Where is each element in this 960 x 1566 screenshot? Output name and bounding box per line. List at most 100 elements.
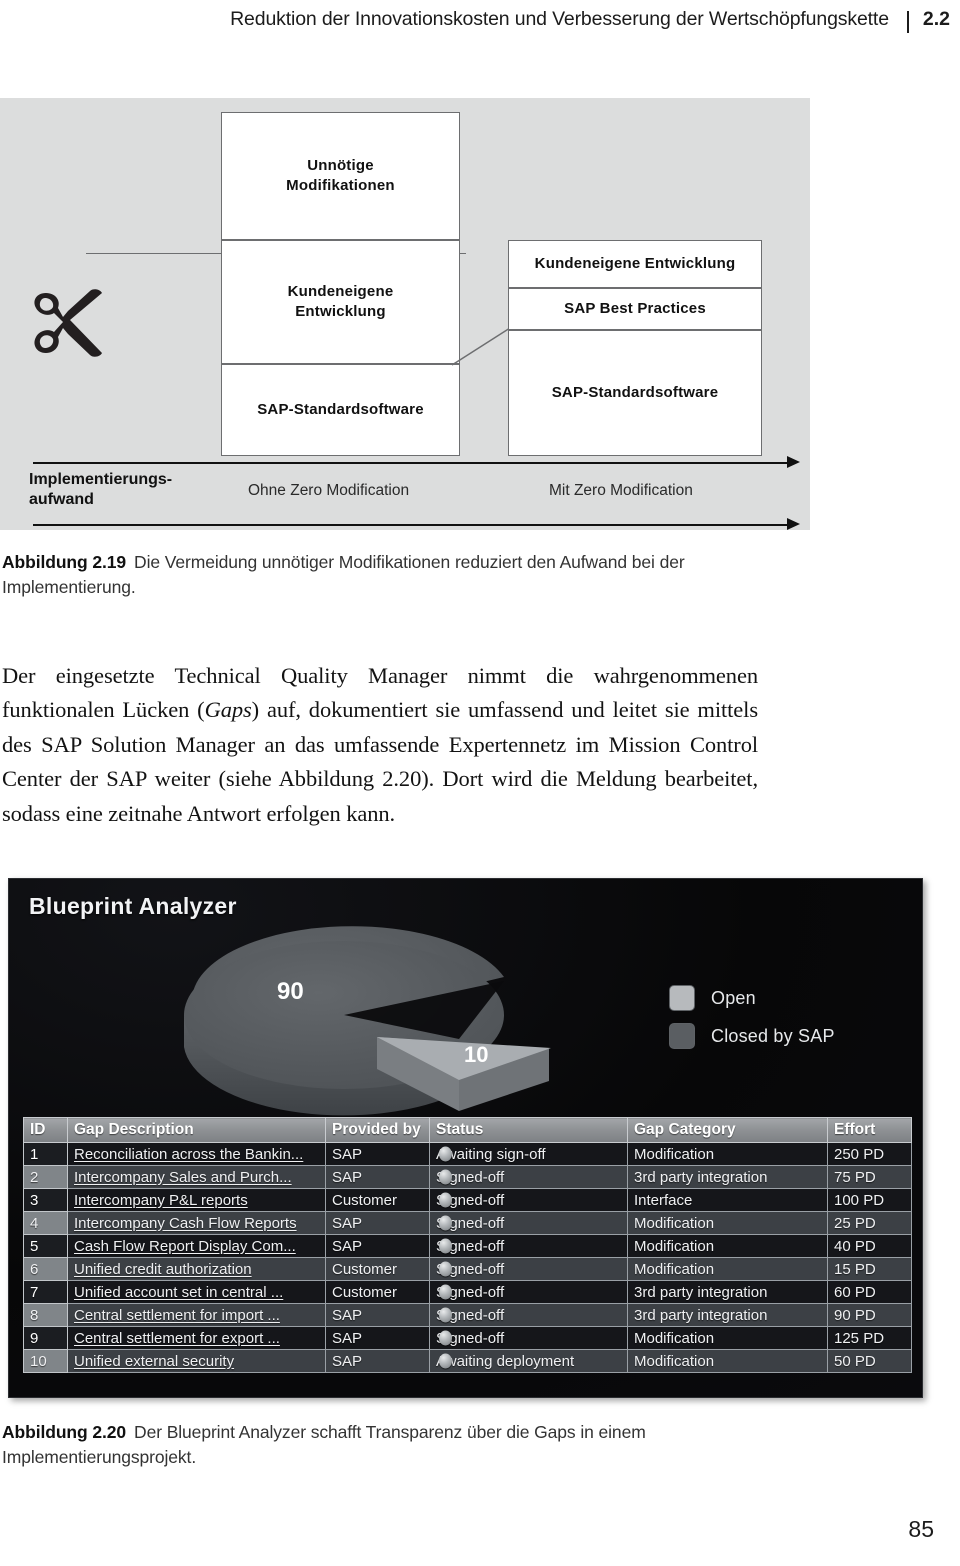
cell-gap-description[interactable]: Unified external security xyxy=(67,1349,326,1373)
body-paragraph: Der eingesetzte Technical Quality Manage… xyxy=(2,659,758,832)
cell-effort: 75 PD xyxy=(827,1165,912,1189)
axis-line-top xyxy=(33,462,793,464)
figure-2-19-caption: Abbildung 2.19 Die Vermeidung unnötiger M… xyxy=(2,550,772,600)
cell-id: 10 xyxy=(23,1349,68,1373)
cell-gap-category: Interface xyxy=(627,1188,828,1212)
cell-status: Signed-off xyxy=(429,1257,628,1281)
cell-status: Signed-off xyxy=(429,1188,628,1212)
cell-gap-category: Modification xyxy=(627,1326,828,1350)
box-kundeneigene-entwicklung-right: Kundeneigene Entwicklung xyxy=(508,240,762,288)
axis-label-line2: aufwand xyxy=(29,491,94,508)
cell-effort: 90 PD xyxy=(827,1303,912,1327)
cell-gap-description[interactable]: Unified credit authorization xyxy=(67,1257,326,1281)
legend-swatch-open xyxy=(669,985,695,1011)
table-row[interactable]: 5 Cash Flow Report Display Com... SAP Si… xyxy=(23,1234,912,1258)
cell-gap-description[interactable]: Central settlement for import ... xyxy=(67,1303,326,1327)
cell-gap-description[interactable]: Intercompany Cash Flow Reports xyxy=(67,1211,326,1235)
cell-gap-description[interactable]: Central settlement for export ... xyxy=(67,1326,326,1350)
cell-provided-by: SAP xyxy=(325,1349,430,1373)
cell-id: 8 xyxy=(23,1303,68,1327)
figure-2-20-caption: Abbildung 2.20 Der Blueprint Analyzer sch… xyxy=(2,1420,782,1470)
column-header-gap-description[interactable]: Gap Description xyxy=(67,1117,326,1143)
table-row[interactable]: 9 Central settlement for export ... SAP … xyxy=(23,1326,912,1350)
cell-provided-by: Customer xyxy=(325,1280,430,1304)
cell-provided-by: SAP xyxy=(325,1326,430,1350)
cell-provided-by: SAP xyxy=(325,1234,430,1258)
box-sap-best-practices: SAP Best Practices xyxy=(508,288,762,330)
gaps-table[interactable]: ID Gap Description Provided by Status Ga… xyxy=(23,1117,912,1373)
cell-gap-category: 3rd party integration xyxy=(627,1165,828,1189)
box-sap-standardsoftware-left: SAP-Standardsoftware xyxy=(221,364,460,456)
status-indicator-icon xyxy=(439,1307,452,1323)
axis-line-bottom xyxy=(33,524,793,526)
cell-provided-by: SAP xyxy=(325,1211,430,1235)
axis-label-mit-zero-modification: Mit Zero Modification xyxy=(549,482,693,499)
table-row[interactable]: 8 Central settlement for import ... SAP … xyxy=(23,1303,912,1327)
cell-gap-category: 3rd party integration xyxy=(627,1280,828,1304)
box-unnoetige-modifikationen: Unnötige Modifikationen xyxy=(221,112,460,240)
box-unnoetige-line2: Modifikationen xyxy=(286,177,395,194)
scissors-icon xyxy=(30,284,122,362)
cell-gap-description[interactable]: Unified account set in central ... xyxy=(67,1280,326,1304)
figure-2-20-caption-label: Abbildung 2.20 xyxy=(2,1422,127,1442)
column-header-effort[interactable]: Effort xyxy=(827,1117,912,1143)
cell-id: 6 xyxy=(23,1257,68,1281)
cell-gap-description[interactable]: Reconciliation across the Bankin... xyxy=(67,1142,326,1166)
cell-effort: 15 PD xyxy=(827,1257,912,1281)
status-indicator-icon xyxy=(439,1215,452,1231)
cell-gap-description[interactable]: Intercompany P&L reports xyxy=(67,1188,326,1212)
pie-label-10: 10 xyxy=(464,1042,488,1067)
legend-item-open[interactable]: Open xyxy=(669,979,835,1017)
table-row[interactable]: 10 Unified external security SAP Awaitin… xyxy=(23,1349,912,1373)
table-row[interactable]: 1 Reconciliation across the Bankin... SA… xyxy=(23,1142,912,1166)
figure-2-19-diagram: Unnötige Modifikationen Kundeneigene Ent… xyxy=(0,98,810,530)
cell-gap-category: Modification xyxy=(627,1234,828,1258)
cell-gap-description[interactable]: Intercompany Sales and Purch... xyxy=(67,1165,326,1189)
box-kundeneigene-entwicklung-left: Kundeneigene Entwicklung xyxy=(221,240,460,364)
cell-provided-by: SAP xyxy=(325,1303,430,1327)
cell-gap-category: Modification xyxy=(627,1211,828,1235)
column-header-id[interactable]: ID xyxy=(23,1117,68,1143)
legend-label-closed-by-sap: Closed by SAP xyxy=(711,1025,835,1046)
diagonal-connector xyxy=(451,326,514,366)
status-indicator-icon xyxy=(439,1261,452,1277)
cell-id: 3 xyxy=(23,1188,68,1212)
running-head-section-number: 2.2 xyxy=(922,8,950,30)
box-kundeneigene-left-line2: Entwicklung xyxy=(295,303,386,320)
cell-provided-by: Customer xyxy=(325,1188,430,1212)
figure-2-20-blueprint-analyzer: Blueprint Analyzer 90 10 Open Closed by … xyxy=(8,878,923,1398)
column-header-gap-category[interactable]: Gap Category xyxy=(627,1117,828,1143)
box-kundeneigene-left-line1: Kundeneigene xyxy=(287,283,394,301)
cell-gap-description[interactable]: Cash Flow Report Display Com... xyxy=(67,1234,326,1258)
cell-effort: 100 PD xyxy=(827,1188,912,1212)
cell-gap-category: 3rd party integration xyxy=(627,1303,828,1327)
running-head-title: Reduktion der Innovationskosten und Verb… xyxy=(230,8,889,30)
status-indicator-icon xyxy=(439,1169,452,1185)
table-row[interactable]: 7 Unified account set in central ... Cus… xyxy=(23,1280,912,1304)
table-row[interactable]: 3 Intercompany P&L reports Customer Sign… xyxy=(23,1188,912,1212)
table-row[interactable]: 6 Unified credit authorization Customer … xyxy=(23,1257,912,1281)
cell-status: Signed-off xyxy=(429,1211,628,1235)
cell-id: 7 xyxy=(23,1280,68,1304)
legend-item-closed-by-sap[interactable]: Closed by SAP xyxy=(669,1017,835,1055)
box-unnoetige-line1: Unnötige xyxy=(307,157,374,175)
cell-gap-category: Modification xyxy=(627,1257,828,1281)
column-header-status[interactable]: Status xyxy=(429,1117,628,1143)
cell-id: 2 xyxy=(23,1165,68,1189)
blueprint-analyzer-title: Blueprint Analyzer xyxy=(29,893,237,919)
cell-gap-category: Modification xyxy=(627,1349,828,1373)
cell-status: Signed-off xyxy=(429,1326,628,1350)
column-header-provided-by[interactable]: Provided by xyxy=(325,1117,430,1143)
running-head-divider xyxy=(906,11,909,33)
cell-status: Awaiting deployment xyxy=(429,1349,628,1373)
table-header-row: ID Gap Description Provided by Status Ga… xyxy=(23,1117,912,1143)
table-row[interactable]: 4 Intercompany Cash Flow Reports SAP Sig… xyxy=(23,1211,912,1235)
axis-label-implementierungsaufwand: Implementierungs- aufwand xyxy=(29,470,219,510)
cell-status: Signed-off xyxy=(429,1234,628,1258)
pie-label-90: 90 xyxy=(277,978,304,1005)
cell-id: 5 xyxy=(23,1234,68,1258)
status-indicator-icon xyxy=(439,1284,452,1300)
cell-provided-by: SAP xyxy=(325,1165,430,1189)
cell-status: Awaiting sign-off xyxy=(429,1142,628,1166)
table-row[interactable]: 2 Intercompany Sales and Purch... SAP Si… xyxy=(23,1165,912,1189)
